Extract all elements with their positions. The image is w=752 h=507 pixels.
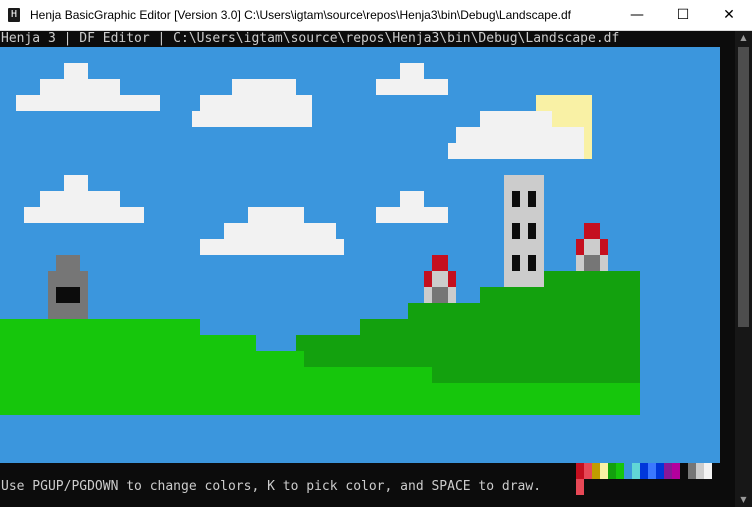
palette-swatch[interactable] xyxy=(576,463,584,479)
scroll-thumb[interactable] xyxy=(738,47,749,327)
red-house xyxy=(424,255,456,303)
cloud xyxy=(200,207,344,255)
palette-swatch[interactable] xyxy=(608,463,616,479)
close-button[interactable]: ✕ xyxy=(706,0,752,31)
palette-swatch[interactable] xyxy=(672,463,680,479)
stone-hut xyxy=(48,255,88,319)
editor-header: Henja 3 | DF Editor | C:\Users\igtam\sou… xyxy=(1,31,620,46)
drawing-canvas[interactable] xyxy=(0,47,720,463)
palette-swatch[interactable] xyxy=(688,463,696,479)
palette-swatch[interactable] xyxy=(624,463,632,479)
cloud xyxy=(16,63,160,111)
cloud xyxy=(192,79,312,127)
title-bar[interactable]: H Henja BasicGraphic Editor [Version 3.0… xyxy=(0,0,752,31)
scroll-down-icon[interactable]: ▼ xyxy=(735,493,752,507)
cloud xyxy=(376,63,448,95)
console-area[interactable]: Henja 3 | DF Editor | C:\Users\igtam\sou… xyxy=(0,31,735,507)
palette-swatch[interactable] xyxy=(616,463,624,479)
palette-swatch[interactable] xyxy=(648,463,656,479)
palette-swatch[interactable] xyxy=(664,463,672,479)
red-house xyxy=(576,223,608,271)
palette-swatch[interactable] xyxy=(680,463,688,479)
minimize-button[interactable]: — xyxy=(614,0,660,31)
back-hill xyxy=(296,271,640,383)
palette-swatch[interactable] xyxy=(696,463,704,479)
landscape-drawing xyxy=(0,63,640,415)
palette-swatch[interactable] xyxy=(712,463,720,479)
maximize-button[interactable]: ☐ xyxy=(660,0,706,31)
palette-swatch[interactable] xyxy=(656,463,664,479)
app-icon[interactable]: H xyxy=(8,8,20,22)
selected-color-indicator xyxy=(576,479,584,495)
palette-swatch[interactable] xyxy=(704,463,712,479)
tower xyxy=(504,175,544,287)
status-instructions: Use PGUP/PGDOWN to change colors, K to p… xyxy=(1,479,542,494)
palette-swatch[interactable] xyxy=(632,463,640,479)
palette-swatch[interactable] xyxy=(584,463,592,479)
window-title: Henja BasicGraphic Editor [Version 3.0] … xyxy=(30,8,571,22)
palette-swatch[interactable] xyxy=(600,463,608,479)
vertical-scrollbar[interactable]: ▲ ▼ xyxy=(735,31,752,507)
scroll-up-icon[interactable]: ▲ xyxy=(735,31,752,45)
color-palette[interactable] xyxy=(576,463,720,479)
palette-swatch[interactable] xyxy=(592,463,600,479)
cloud xyxy=(24,175,144,223)
cloud xyxy=(376,191,448,223)
palette-swatch[interactable] xyxy=(640,463,648,479)
